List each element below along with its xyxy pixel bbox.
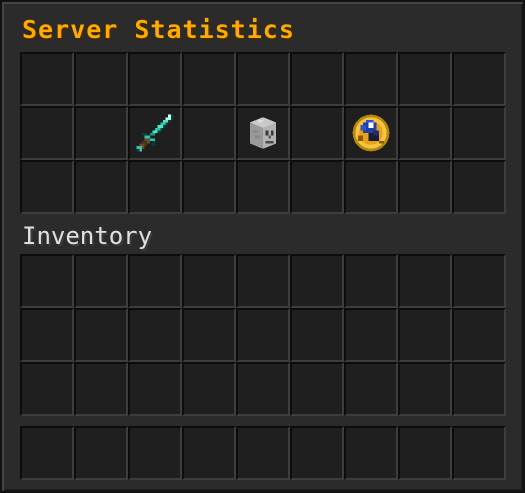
inventory-slot-1-3[interactable] (128, 254, 182, 308)
inventory-slot-3-6[interactable] (290, 362, 344, 416)
chest-slot-3-1[interactable] (20, 160, 74, 214)
hotbar-slot-1-8[interactable] (398, 426, 452, 480)
inventory-slot-1-4[interactable] (182, 254, 236, 308)
hotbar-slot-1-4[interactable] (182, 426, 236, 480)
chest-slot-2-5[interactable] (236, 106, 290, 160)
hotbar-slot-1-3[interactable] (128, 426, 182, 480)
hotbar-slot-1-2[interactable] (74, 426, 128, 480)
chest-slot-1-3[interactable] (128, 52, 182, 106)
chest-slot-2-2[interactable] (74, 106, 128, 160)
chest-slot-2-7[interactable] (344, 106, 398, 160)
inventory-slot-1-2[interactable] (74, 254, 128, 308)
inventory-slot-3-3[interactable] (128, 362, 182, 416)
chest-slot-2-1[interactable] (20, 106, 74, 160)
chest-slot-3-3[interactable] (128, 160, 182, 214)
inventory-slot-2-9[interactable] (452, 308, 506, 362)
chest-slot-3-2[interactable] (74, 160, 128, 214)
chest-slot-1-1[interactable] (20, 52, 74, 106)
inventory-slot-2-4[interactable] (182, 308, 236, 362)
chest-slot-2-4[interactable] (182, 106, 236, 160)
player-inventory-grid (20, 254, 506, 416)
inventory-slot-2-3[interactable] (128, 308, 182, 362)
chest-slot-2-6[interactable] (290, 106, 344, 160)
golden-compass-icon[interactable] (350, 112, 392, 154)
inventory-slot-3-4[interactable] (182, 362, 236, 416)
inventory-slot-2-1[interactable] (20, 308, 74, 362)
inventory-slot-2-8[interactable] (398, 308, 452, 362)
chest-slot-1-8[interactable] (398, 52, 452, 106)
inventory-slot-1-7[interactable] (344, 254, 398, 308)
inventory-slot-2-6[interactable] (290, 308, 344, 362)
hotbar-slot-1-9[interactable] (452, 426, 506, 480)
chest-slot-2-8[interactable] (398, 106, 452, 160)
chest-slot-3-5[interactable] (236, 160, 290, 214)
inventory-slot-3-7[interactable] (344, 362, 398, 416)
chest-slot-3-6[interactable] (290, 160, 344, 214)
inventory-slot-2-2[interactable] (74, 308, 128, 362)
diamond-sword-icon[interactable] (134, 112, 176, 154)
chest-slot-1-5[interactable] (236, 52, 290, 106)
chest-slot-2-3[interactable] (128, 106, 182, 160)
hotbar-slot-1-7[interactable] (344, 426, 398, 480)
inventory-slot-1-1[interactable] (20, 254, 74, 308)
skeleton-skull-icon[interactable] (242, 112, 284, 154)
chest-slot-3-7[interactable] (344, 160, 398, 214)
chest-slot-2-9[interactable] (452, 106, 506, 160)
chest-slot-1-4[interactable] (182, 52, 236, 106)
chest-slot-3-8[interactable] (398, 160, 452, 214)
inventory-slot-2-5[interactable] (236, 308, 290, 362)
inventory-slot-1-9[interactable] (452, 254, 506, 308)
hotbar-slot-1-5[interactable] (236, 426, 290, 480)
inventory-slot-3-2[interactable] (74, 362, 128, 416)
window-title: Server Statistics (22, 15, 295, 44)
hotbar-grid (20, 426, 506, 480)
inventory-slot-3-1[interactable] (20, 362, 74, 416)
inventory-slot-3-9[interactable] (452, 362, 506, 416)
inventory-slot-3-8[interactable] (398, 362, 452, 416)
chest-slot-3-9[interactable] (452, 160, 506, 214)
chest-slots-grid (20, 52, 506, 214)
hotbar-slot-1-1[interactable] (20, 426, 74, 480)
inventory-label: Inventory (22, 222, 153, 250)
chest-slot-1-7[interactable] (344, 52, 398, 106)
hotbar-slot-1-6[interactable] (290, 426, 344, 480)
inventory-slot-1-8[interactable] (398, 254, 452, 308)
chest-slot-3-4[interactable] (182, 160, 236, 214)
inventory-slot-3-5[interactable] (236, 362, 290, 416)
chest-slot-1-2[interactable] (74, 52, 128, 106)
server-statistics-window: Server Statistics Inventory (0, 0, 525, 493)
inventory-slot-1-5[interactable] (236, 254, 290, 308)
chest-slot-1-9[interactable] (452, 52, 506, 106)
chest-slot-1-6[interactable] (290, 52, 344, 106)
inventory-slot-1-6[interactable] (290, 254, 344, 308)
inventory-slot-2-7[interactable] (344, 308, 398, 362)
